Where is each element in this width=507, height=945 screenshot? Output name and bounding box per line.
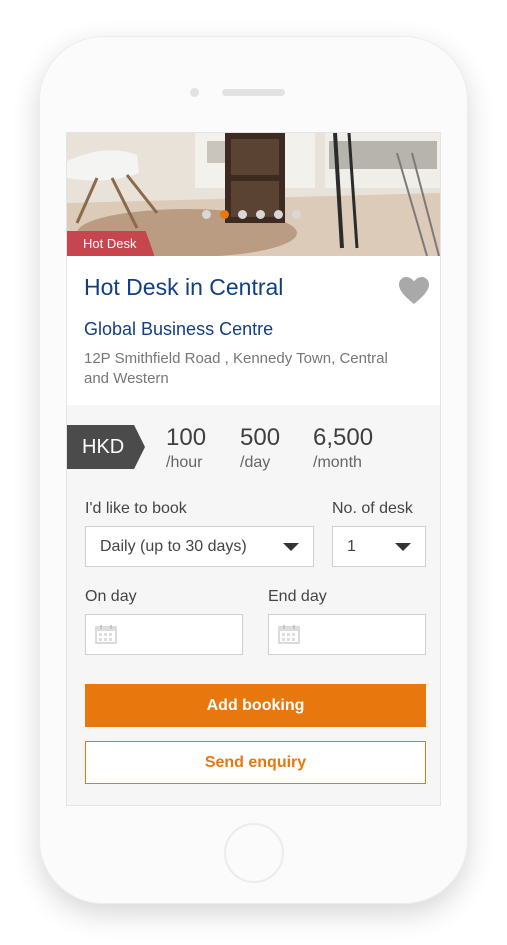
price-day: 500 /day [240,424,280,472]
desk-count-value: 1 [347,538,356,555]
on-day-label: On day [85,588,137,605]
currency-badge: HKD [67,425,145,469]
price-unit: /day [240,454,271,471]
on-day-input[interactable] [85,614,243,655]
listing-photo[interactable]: Hot Desk [67,133,440,256]
listing-title[interactable]: Hot Desk in Central [84,274,283,301]
desk-count-select[interactable]: 1 [332,526,426,567]
chevron-down-icon [283,543,299,551]
camera [190,88,199,97]
home-button[interactable] [224,823,284,883]
price-value: 500 [240,424,281,451]
carousel-dot[interactable] [256,210,265,219]
book-type-select[interactable]: Daily (up to 30 days) [85,526,314,567]
carousel-dot[interactable] [220,210,229,219]
price-unit: /month [313,454,362,471]
carousel-dot[interactable] [274,210,283,219]
category-badge: Hot Desk [67,231,155,256]
price-hour: 100 /hour [166,424,206,472]
heart-icon[interactable] [398,276,430,306]
price-unit: /hour [166,454,203,471]
price-value: 100 [166,424,207,451]
listing-info: Hot Desk in Central Global Business Cent… [67,256,440,405]
price-month: 6,500 /month [313,424,373,472]
calendar-icon [95,625,117,644]
calendar-icon [278,625,300,644]
company-name[interactable]: Global Business Centre [84,319,273,340]
book-type-label: I'd like to book [85,500,187,517]
send-enquiry-button[interactable]: Send enquiry [85,741,426,784]
carousel-dot[interactable] [292,210,301,219]
price-value: 6,500 [313,424,374,451]
speaker [222,89,285,96]
desk-count-label: No. of desk [332,500,413,517]
end-day-label: End day [268,588,327,605]
chevron-down-icon [395,543,411,551]
listing-address: 12P Smithfield Road , Kennedy Town, Cent… [84,350,388,387]
add-booking-button[interactable]: Add booking [85,684,426,727]
carousel-dots [202,210,301,219]
listing-card: Hot Desk Hot Desk in Central Global Busi… [66,132,441,806]
end-day-input[interactable] [268,614,426,655]
carousel-dot[interactable] [202,210,211,219]
carousel-dot[interactable] [238,210,247,219]
book-type-value: Daily (up to 30 days) [100,538,247,555]
